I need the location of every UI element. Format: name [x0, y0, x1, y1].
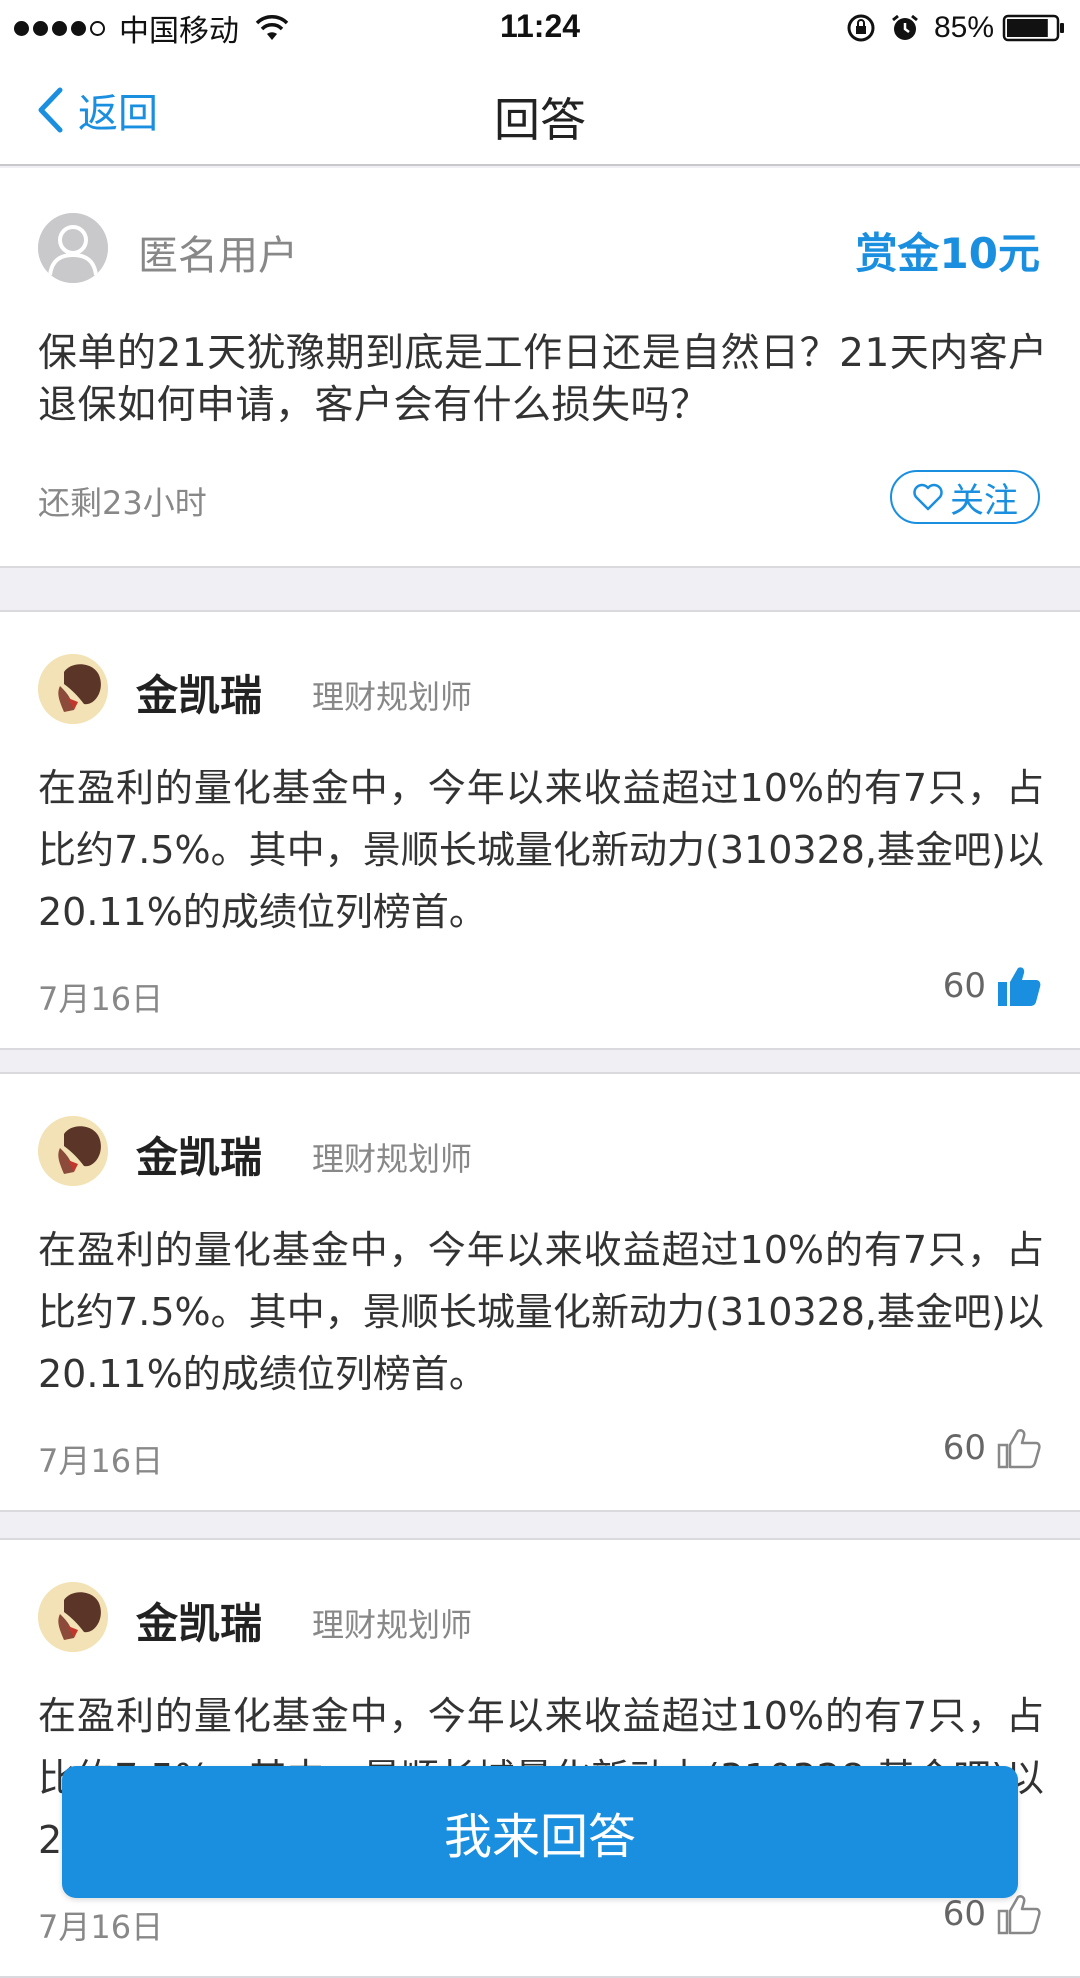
answer-card: 金凯瑞 理财规划师 在盈利的量化基金中，今年以来收益超过10%的有7只，占比约7…: [0, 1538, 1080, 1978]
follow-button[interactable]: 关注: [890, 470, 1040, 524]
avatar-image: [38, 1582, 108, 1652]
time-remaining: 还剩23小时: [38, 484, 207, 522]
answer-text: 在盈利的量化基金中，今年以来收益超过10%的有7只，占比约7.5%。其中，景顺长…: [38, 1228, 1044, 1396]
bounty-amount: 赏金10元: [855, 229, 1040, 278]
like-button[interactable]: 60: [943, 1892, 1042, 1936]
answer-text: 在盈利的量化基金中，今年以来收益超过10%的有7只，占比约7.5%。其中，景顺长…: [38, 766, 1044, 934]
answerer-role: 理财规划师: [312, 1606, 473, 1644]
thumbs-up-outline-icon: [997, 1429, 1041, 1469]
page-title: 回答: [494, 93, 586, 147]
heart-icon: [913, 483, 943, 511]
thumbs-up-filled-icon: [998, 967, 1041, 1006]
answerer-role: 理财规划师: [312, 678, 473, 716]
status-bar: 中国移动 11:24 85%: [0, 0, 1080, 56]
answerer-role: 理财规划师: [312, 1140, 473, 1178]
follow-label: 关注: [950, 480, 1018, 521]
question-card: 匿名用户 赏金10元 保单的21天犹豫期到底是工作日还是自然日？21天内客户退保…: [0, 168, 1080, 568]
answer-date: 7月16日: [38, 980, 164, 1018]
avatar[interactable]: [38, 1582, 108, 1652]
question-text: 保单的21天犹豫期到底是工作日还是自然日？21天内客户退保如何申请，客户会有什么…: [38, 331, 1048, 428]
answer-card: 金凯瑞 理财规划师 在盈利的量化基金中，今年以来收益超过10%的有7只，占比约7…: [0, 1072, 1080, 1512]
answer-card: 金凯瑞 理财规划师 在盈利的量化基金中，今年以来收益超过10%的有7只，占比约7…: [0, 610, 1080, 1050]
avatar[interactable]: [38, 654, 108, 724]
navigation-bar: 返回 回答: [0, 56, 1080, 166]
like-count: 60: [942, 1428, 986, 1468]
answer-button[interactable]: 我来回答: [62, 1766, 1018, 1898]
like-count: 60: [942, 1894, 986, 1934]
thumbs-up-outline-icon: [997, 1895, 1041, 1935]
answerer-name: 金凯瑞: [136, 1133, 263, 1182]
rotation-lock-icon: [847, 14, 875, 42]
anonymous-avatar: [38, 213, 108, 283]
like-button[interactable]: 60: [943, 1426, 1042, 1470]
avatar-image: [38, 654, 108, 724]
answer-date: 7月16日: [38, 1908, 164, 1946]
battery-percent: 85%: [933, 11, 994, 44]
alarm-icon: [892, 14, 918, 40]
battery-icon: [1002, 14, 1064, 42]
like-count: 60: [942, 966, 986, 1006]
user-silhouette-icon: [38, 213, 108, 283]
answerer-name: 金凯瑞: [136, 1599, 263, 1648]
like-button[interactable]: 60: [943, 964, 1042, 1008]
question-author: 匿名用户: [138, 233, 298, 279]
answerer-name: 金凯瑞: [136, 671, 263, 720]
avatar[interactable]: [38, 1116, 108, 1186]
status-right: 85%: [846, 8, 1066, 48]
answer-date: 7月16日: [38, 1442, 164, 1480]
avatar-image: [38, 1116, 108, 1186]
